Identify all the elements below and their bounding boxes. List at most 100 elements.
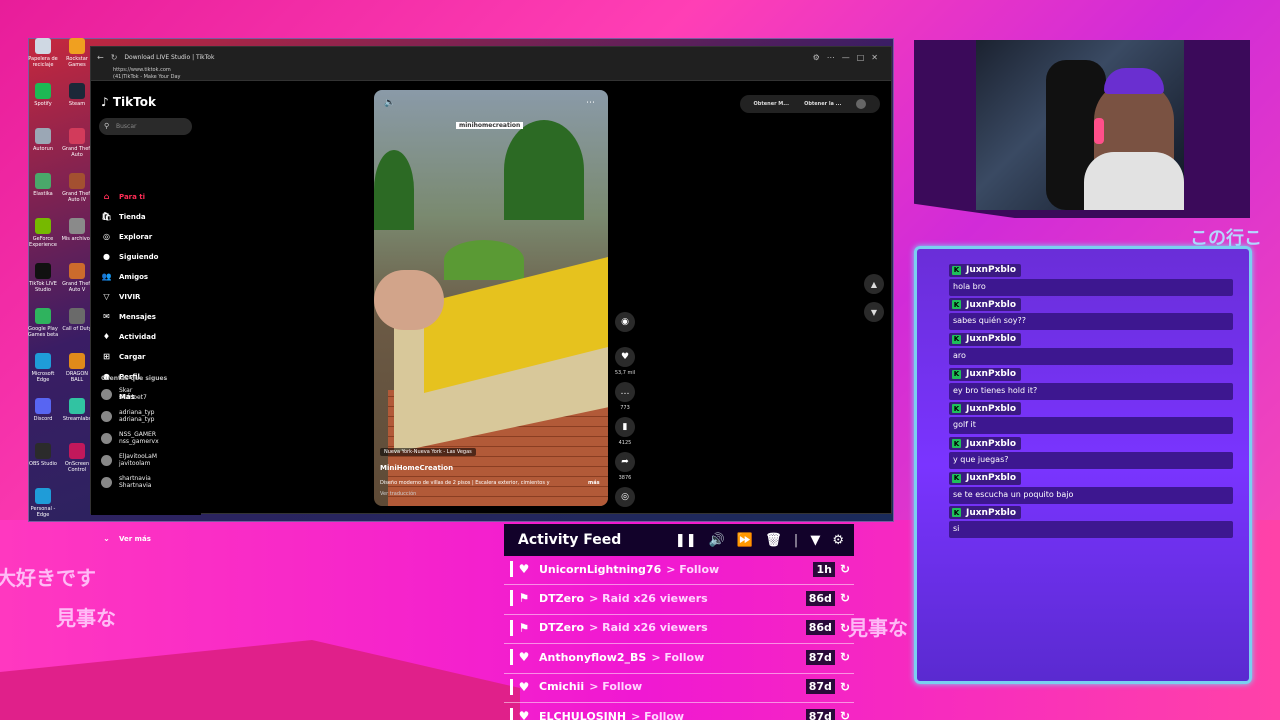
following-account[interactable]: Skar skarloet7 [101, 387, 147, 401]
nav-item-cargar[interactable]: ⊞ Cargar [101, 351, 145, 362]
desktop-shortcut[interactable]: Mis archivos [62, 218, 92, 242]
next-video-button[interactable]: ▼ [864, 302, 884, 322]
action-music-disc[interactable]: ◎ [614, 487, 636, 510]
desktop-shortcut[interactable]: Steam [62, 83, 92, 107]
action-share[interactable]: ➦ 3876 [614, 452, 636, 481]
pause-icon[interactable]: ❚❚ [675, 533, 697, 548]
desktop-shortcut[interactable]: Grand Theft Auto IV [62, 173, 92, 203]
profile-avatar[interactable] [856, 99, 867, 109]
desktop-shortcut[interactable]: DRAGON BALL [62, 353, 92, 383]
following-account[interactable]: NSS_GAMER nss_gamervx [101, 431, 159, 445]
close-icon[interactable]: ✕ [871, 53, 878, 62]
tab-title[interactable]: Download LIVE Studio | TikTok [124, 54, 214, 61]
desktop-shortcut[interactable]: Personal - Edge [28, 488, 58, 518]
chat-username[interactable]: K JuxnPxblo [949, 471, 1022, 485]
extension-icon[interactable]: ⚙ [813, 53, 820, 62]
get-app-button[interactable]: Obtener M... [754, 101, 789, 107]
feed-row[interactable]: ⚑ DTZero > Raid x26 viewers 86d ↻ [504, 585, 854, 611]
desktop-shortcut[interactable]: Autorun [28, 128, 58, 152]
replay-icon[interactable]: ↻ [840, 709, 850, 720]
more-icon[interactable]: ⋯ [827, 53, 835, 62]
action-count: 3876 [618, 475, 632, 481]
more-options-icon[interactable]: ⋯ [586, 98, 595, 108]
location-tag[interactable]: Nueva York-Nueva York - Las Vegas [380, 448, 476, 456]
address-bar[interactable]: https://www.tiktok.com (41)TikTok - Make… [91, 67, 891, 81]
desktop-shortcut[interactable]: Spotify [28, 83, 58, 107]
feed-row[interactable]: ♥ ELCHULOSINH > Follow 87d ↻ [504, 703, 854, 720]
desktop-shortcut[interactable]: Grand Theft Auto V [62, 263, 92, 293]
video-player[interactable]: 🔈 ⋯ minihomecreation Nueva York-Nueva Yo… [374, 90, 608, 506]
get-desktop-button[interactable]: Obtener la ... [804, 101, 841, 107]
feed-row[interactable]: ♥ UnicornLightning76 > Follow 1h ↻ [504, 556, 854, 582]
more-link[interactable]: más [588, 480, 600, 486]
video-author[interactable]: MiniHomeCreation [380, 464, 453, 472]
nav-item-para-ti[interactable]: ⌂ Para ti [101, 191, 145, 202]
chat-username[interactable]: K JuxnPxblo [949, 263, 1022, 277]
desktop-shortcut[interactable]: Elastika [28, 173, 58, 197]
video-description: Diseño moderno de villas de 2 pisos | Es… [380, 480, 550, 486]
translate-link[interactable]: Ver traducción [380, 491, 416, 497]
desktop-shortcut[interactable]: Google Play Games beta [28, 308, 58, 338]
desktop-shortcut[interactable]: Microsoft Edge [28, 353, 58, 383]
nav-item-vivir[interactable]: ▽ VIVIR [101, 291, 140, 302]
settings-icon[interactable]: ⚙ [832, 533, 844, 548]
replay-icon[interactable]: ↻ [840, 680, 850, 694]
reload-icon[interactable]: ↻ [111, 53, 118, 62]
skip-icon[interactable]: ⏩ [737, 533, 753, 548]
nav-item-actividad[interactable]: ♦ Actividad [101, 331, 156, 342]
nav-label: Actividad [119, 332, 157, 341]
nav-item-mensajes[interactable]: ✉ Mensajes [101, 311, 156, 322]
volume-icon[interactable]: 🔊 [709, 533, 725, 548]
desktop-shortcut[interactable]: TikTok LIVE Studio [28, 263, 58, 293]
replay-icon[interactable]: ↻ [840, 562, 850, 576]
action-avatar[interactable]: ◉ [614, 312, 636, 335]
nav-item-amigos[interactable]: 👥 Amigos [101, 271, 149, 282]
mute-icon[interactable]: 🔈 [384, 98, 395, 108]
chat-username[interactable]: K JuxnPxblo [949, 298, 1022, 312]
chat-message: K JuxnPxblo hola bro [949, 257, 1233, 296]
following-account[interactable]: shartnavia Shartnavia [101, 475, 151, 489]
kick-badge-icon: K [952, 265, 961, 275]
search-input[interactable]: ⚲ Buscar [99, 118, 192, 135]
nav-label: Para ti [119, 192, 146, 201]
chat-username[interactable]: K JuxnPxblo [949, 402, 1022, 416]
nav-item-tienda[interactable]: 🛍 Tienda [101, 211, 145, 222]
username-text: JuxnPxblo [966, 507, 1017, 518]
desktop-shortcut[interactable]: Streamlabs [62, 398, 92, 422]
replay-icon[interactable]: ↻ [840, 591, 850, 605]
action-bookmark[interactable]: ▮ 4125 [614, 417, 636, 446]
filter-icon[interactable]: ▼ [810, 533, 820, 548]
chat-username[interactable]: K JuxnPxblo [949, 367, 1022, 381]
nav-item-explorar[interactable]: ◎ Explorar [101, 231, 152, 242]
minimize-icon[interactable]: — [842, 53, 850, 62]
desktop-shortcut[interactable]: Call of Duty [62, 308, 92, 332]
desktop-shortcut[interactable]: Discord [28, 398, 58, 422]
feed-row[interactable]: ♥ Anthonyflow2_BS > Follow 87d ↻ [504, 644, 854, 670]
desktop-shortcut[interactable]: GeForce Experience [28, 218, 58, 248]
chat-username[interactable]: K JuxnPxblo [949, 506, 1022, 520]
desktop-shortcut[interactable]: OBS Studio [28, 443, 58, 467]
comment-icon: … [615, 382, 635, 402]
nav-item-siguiendo[interactable]: ● Siguiendo [101, 251, 158, 262]
maximize-icon[interactable]: □ [857, 53, 865, 62]
desktop-shortcut[interactable]: Grand Theft Auto [62, 128, 92, 158]
trash-icon[interactable]: 🗑 [765, 533, 782, 548]
feed-row[interactable]: ♥ Cmichii > Follow 87d ↻ [504, 674, 854, 700]
following-account[interactable]: ElJavitooLaM javitoolam [101, 453, 157, 467]
chat-username[interactable]: K JuxnPxblo [949, 437, 1022, 450]
action-comment[interactable]: … 773 [614, 382, 636, 411]
back-icon[interactable]: ← [97, 53, 104, 62]
desktop-shortcut[interactable]: Rockstar Games [62, 38, 92, 68]
replay-icon[interactable]: ↻ [840, 650, 850, 664]
feed-row[interactable]: ⚑ DTZero > Raid x26 viewers 86d ↻ [504, 615, 854, 641]
action-heart[interactable]: ♥ 53,7 mil [614, 347, 636, 376]
chat-username[interactable]: K JuxnPxblo [949, 332, 1022, 346]
previous-video-button[interactable]: ▲ [864, 274, 884, 294]
replay-icon[interactable]: ↻ [840, 621, 850, 635]
see-more-link[interactable]: ⌄ Ver más [101, 533, 151, 544]
desktop-shortcut[interactable]: Papelera de reciclaje [28, 38, 58, 68]
desktop-shortcut[interactable]: OnScreen Control [62, 443, 92, 473]
tiktok-logo[interactable]: ♪ TikTok [101, 95, 156, 109]
video-watermark: minihomecreation [456, 122, 524, 129]
following-account[interactable]: adriana_typ adriana_typ [101, 409, 155, 423]
